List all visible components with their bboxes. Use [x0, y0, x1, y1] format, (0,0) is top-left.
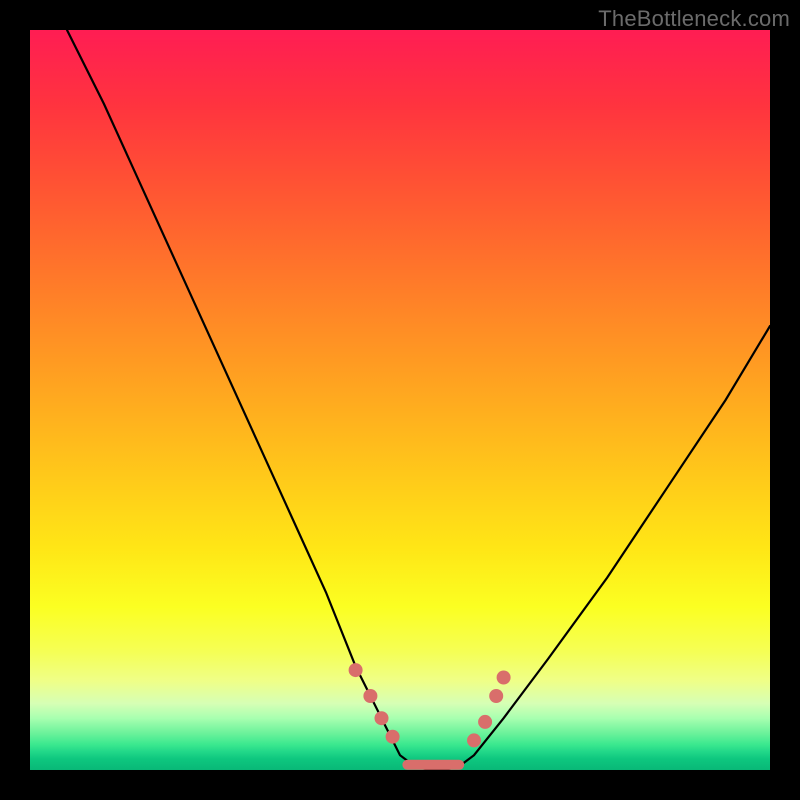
- plot-area: [30, 30, 770, 770]
- curve-marker: [375, 711, 389, 725]
- curve-marker: [489, 689, 503, 703]
- chart-frame: TheBottleneck.com: [0, 0, 800, 800]
- watermark-text: TheBottleneck.com: [598, 6, 790, 32]
- curve-marker: [363, 689, 377, 703]
- curve-marker: [478, 715, 492, 729]
- curve-marker: [349, 663, 363, 677]
- curve-marker: [386, 730, 400, 744]
- curve-svg: [30, 30, 770, 770]
- curve-markers: [349, 663, 511, 747]
- curve-marker: [497, 671, 511, 685]
- curve-marker: [467, 733, 481, 747]
- bottleneck-curve: [67, 30, 770, 770]
